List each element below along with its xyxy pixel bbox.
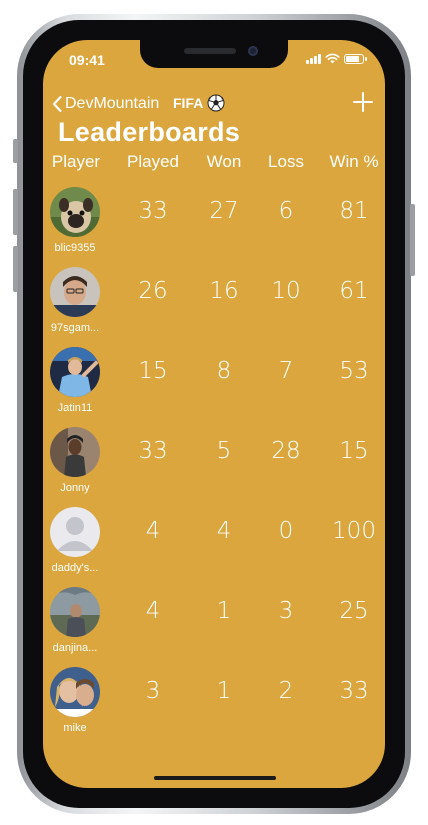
navigation-bar: DevMountain FIFA [43, 90, 385, 120]
win-percent-value: 81 [339, 198, 369, 224]
won-value: 27 [209, 198, 239, 224]
avatar[interactable] [50, 587, 100, 637]
loss-value: 3 [278, 598, 294, 624]
loss-value: 7 [278, 358, 294, 384]
played-value: 4 [145, 598, 161, 624]
win-percent-value: 61 [339, 278, 369, 304]
pug-photo-icon [50, 187, 100, 237]
player-name: mike [63, 722, 87, 734]
win-percent-value: 100 [332, 518, 376, 544]
table-row[interactable]: Jatin11 15 8 7 53 [43, 347, 385, 427]
played-value: 26 [138, 278, 168, 304]
win-percent-value: 33 [339, 678, 369, 704]
avatar[interactable] [50, 667, 100, 717]
volume-down-button [13, 246, 18, 292]
speaker-grille [184, 48, 236, 54]
footballer-photo-icon [50, 347, 100, 397]
avatar[interactable] [50, 507, 100, 557]
column-header-win-percent: Win % [329, 152, 379, 171]
loss-value: 6 [278, 198, 294, 224]
player-name: 97sgam... [50, 322, 100, 334]
add-button[interactable] [351, 90, 375, 114]
table-row[interactable]: Jonny 33 5 28 15 [43, 427, 385, 507]
back-button[interactable]: DevMountain [51, 95, 159, 113]
home-indicator[interactable] [154, 776, 276, 780]
status-icons [306, 53, 367, 64]
won-value: 4 [216, 518, 232, 544]
camera-icon [248, 46, 258, 56]
loss-value: 28 [271, 438, 301, 464]
cellular-signal-icon [306, 53, 321, 64]
person-photo-icon [50, 427, 100, 477]
played-value: 33 [138, 438, 168, 464]
table-row[interactable]: mike 3 1 2 33 [43, 667, 385, 747]
page-title: Leaderboards [58, 117, 241, 147]
avatar[interactable] [50, 427, 100, 477]
battery-icon [344, 54, 364, 64]
loss-value: 2 [278, 678, 294, 704]
avatar[interactable] [50, 267, 100, 317]
avatar[interactable] [50, 347, 100, 397]
table-row[interactable]: danjina... 4 1 3 25 [43, 587, 385, 667]
win-percent-value: 25 [339, 598, 369, 624]
table-row[interactable]: 97sgam... 26 16 10 61 [43, 267, 385, 347]
played-value: 4 [145, 518, 161, 544]
phone-bezel: 09:41 DevMountain FIFA Leaderboards Play… [23, 20, 405, 808]
won-value: 1 [216, 678, 232, 704]
back-button-label: DevMountain [65, 95, 160, 112]
player-name: danjina... [52, 642, 98, 654]
outdoor-photo-icon [50, 587, 100, 637]
loss-value: 0 [278, 518, 294, 544]
app-screen: 09:41 DevMountain FIFA Leaderboards Play… [43, 40, 385, 788]
won-value: 8 [216, 358, 232, 384]
notch [140, 40, 288, 68]
soccer-ball-icon [207, 94, 225, 112]
power-button [410, 204, 415, 276]
column-header-loss: Loss [268, 152, 304, 171]
selfie-photo-icon [50, 667, 100, 717]
avatar[interactable] [50, 187, 100, 237]
won-value: 1 [216, 598, 232, 624]
wifi-icon [325, 53, 340, 64]
player-name: Jonny [60, 482, 90, 494]
table-row[interactable]: blic9355 33 27 6 81 [43, 187, 385, 267]
won-value: 5 [216, 438, 232, 464]
silent-switch [13, 139, 18, 163]
column-header-won: Won [206, 152, 242, 171]
plus-icon [353, 92, 373, 112]
player-name: blic9355 [54, 242, 96, 254]
column-header-player: Player [51, 152, 101, 171]
status-time: 09:41 [69, 52, 105, 68]
table-row[interactable]: daddy's... 4 4 0 100 [43, 507, 385, 587]
chevron-left-icon [52, 95, 62, 113]
win-percent-value: 15 [339, 438, 369, 464]
player-name: Jatin11 [57, 402, 93, 414]
volume-up-button [13, 189, 18, 235]
column-header-played: Played [127, 152, 179, 171]
played-value: 3 [145, 678, 161, 704]
player-name: daddy's... [51, 562, 99, 574]
default-avatar-icon [50, 507, 100, 557]
loss-value: 10 [271, 278, 301, 304]
phone-frame: 09:41 DevMountain FIFA Leaderboards Play… [13, 14, 415, 814]
man-photo-icon [50, 267, 100, 317]
nav-title-text: FIFA [173, 95, 204, 111]
played-value: 15 [138, 358, 168, 384]
won-value: 16 [209, 278, 239, 304]
win-percent-value: 53 [339, 358, 369, 384]
nav-title: FIFA [173, 94, 225, 112]
played-value: 33 [138, 198, 168, 224]
